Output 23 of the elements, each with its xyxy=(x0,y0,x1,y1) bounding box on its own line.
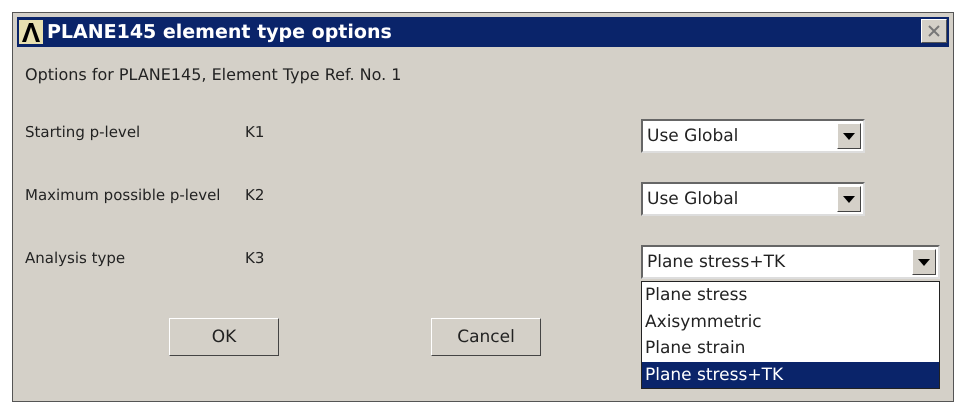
caret-icon xyxy=(843,196,855,202)
option-key: K1 xyxy=(245,111,641,141)
close-icon xyxy=(927,24,941,38)
close-button[interactable] xyxy=(921,19,947,43)
option-label: Analysis type xyxy=(25,248,126,267)
dialog-button[interactable]: Cancel xyxy=(431,318,541,356)
dropdown[interactable]: Use Global xyxy=(641,119,865,153)
dropdown[interactable]: Use Global xyxy=(641,182,865,216)
caret-icon xyxy=(918,258,930,266)
dialog-button[interactable]: OK xyxy=(169,318,279,356)
header-text: Options for PLANE145, Element Type Ref. No. 1 xyxy=(25,65,402,86)
dropdown[interactable]: Plane stress+TK xyxy=(641,245,940,279)
option-label: Starting p-level xyxy=(25,122,142,141)
option-label: Maximum possible p-level xyxy=(25,185,222,204)
window-title: PLANE145 element type options xyxy=(47,21,393,43)
option-key: K3 xyxy=(245,237,641,267)
dropdown-option[interactable]: Plane strain xyxy=(642,335,939,362)
dropdown-option[interactable]: Plane stress xyxy=(642,282,939,308)
option-key: K2 xyxy=(245,174,641,204)
logo-icon xyxy=(19,20,43,44)
caret-icon xyxy=(843,132,855,140)
dropdown-option[interactable]: Axisymmetric xyxy=(642,308,939,335)
dropdown-option[interactable]: Plane stress+TK xyxy=(642,362,939,388)
